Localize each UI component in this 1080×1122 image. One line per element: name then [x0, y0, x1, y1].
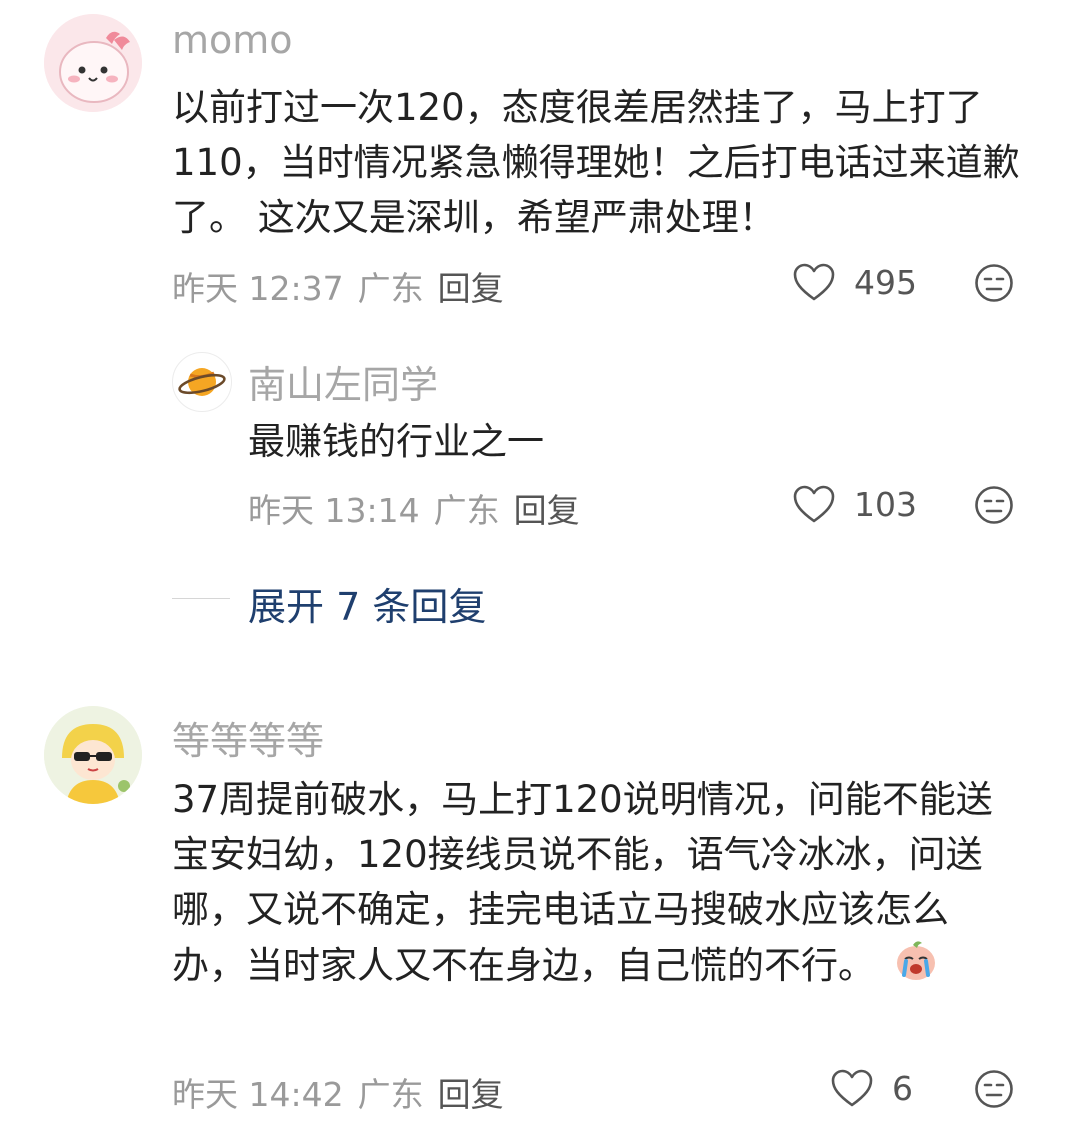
dislike-button[interactable] — [974, 485, 1014, 529]
reply-time: 昨天 13:14 — [248, 491, 420, 530]
reply-meta: 昨天 13:14 广东 回复 — [248, 484, 580, 532]
reply-button[interactable]: 回复 — [514, 484, 580, 532]
reply-button[interactable]: 回复 — [438, 1068, 504, 1116]
comment-meta: 昨天 14:42 广东 回复 — [172, 1068, 504, 1116]
crying-emoji-icon — [893, 937, 939, 998]
reply-text: 最赚钱的行业之一 — [248, 420, 544, 463]
dislike-button[interactable] — [974, 1069, 1014, 1113]
planet-avatar-icon — [178, 368, 226, 396]
comment-location: 广东 — [357, 269, 424, 308]
like-count: 495 — [854, 262, 917, 302]
avatar-girl-sunglasses-icon — [44, 706, 142, 804]
avatar[interactable] — [172, 352, 232, 412]
comment-text: 以前打过一次120，态度很差居然挂了，马上打了110，当时情况紧急懒得理她！之后… — [172, 86, 1020, 239]
like-button[interactable]: 6 — [830, 1068, 913, 1108]
reply-button[interactable]: 回复 — [438, 262, 504, 310]
avatar-pink-bunny-icon — [44, 14, 142, 112]
comment-text: 37周提前破水，马上打120说明情况，问能不能送宝安妇幼，120接线员说不能，语… — [172, 772, 1022, 998]
reply-location: 广东 — [433, 491, 500, 530]
heart-outline-icon — [793, 485, 835, 523]
comment-location: 广东 — [357, 1075, 424, 1114]
comment-meta: 昨天 12:37 广东 回复 — [172, 262, 504, 310]
unamused-face-icon — [975, 1070, 1013, 1108]
heart-outline-icon — [831, 1069, 873, 1107]
comment-time: 昨天 14:42 — [172, 1075, 344, 1114]
like-count: 103 — [854, 484, 917, 524]
like-button[interactable]: 495 — [792, 262, 917, 302]
reply-username[interactable]: 南山左同学 — [248, 354, 438, 409]
comment-username[interactable]: momo — [172, 18, 293, 62]
avatar[interactable] — [44, 14, 142, 112]
comment-text-body: 37周提前破水，马上打120说明情况，问能不能送宝安妇幼，120接线员说不能，语… — [172, 778, 993, 987]
expand-replies-button[interactable]: 展开 7 条回复 — [248, 576, 486, 631]
heart-outline-icon — [793, 263, 835, 301]
like-count: 6 — [892, 1068, 913, 1108]
expand-divider — [172, 598, 230, 599]
unamused-face-icon — [975, 264, 1013, 302]
dislike-button[interactable] — [974, 263, 1014, 307]
comment-username[interactable]: 等等等等 — [172, 710, 324, 765]
comment-time: 昨天 12:37 — [172, 269, 344, 308]
unamused-face-icon — [975, 486, 1013, 524]
avatar[interactable] — [44, 706, 142, 804]
like-button[interactable]: 103 — [792, 484, 917, 524]
